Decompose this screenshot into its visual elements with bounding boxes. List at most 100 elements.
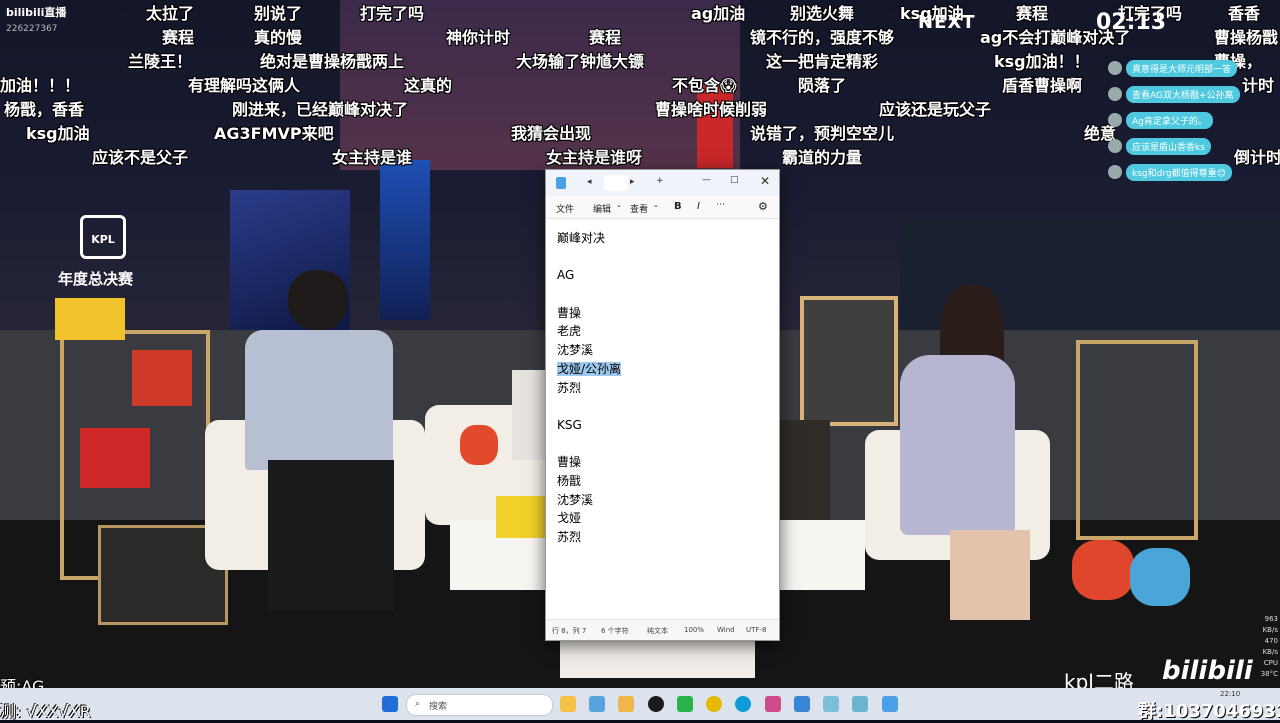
tab-forward-icon[interactable]: ▸ — [630, 177, 635, 187]
bilibili-live-logo: bilibili直播 — [6, 6, 67, 19]
chevron-down-icon: ⌄ — [653, 201, 659, 209]
mascot-red — [1072, 540, 1134, 600]
tab-back-icon[interactable]: ◂ — [587, 177, 592, 187]
countdown-timer: 02:13 — [1096, 10, 1167, 35]
chalkboard — [800, 296, 898, 426]
notepad-taskbar-icon[interactable] — [882, 696, 898, 712]
maximize-icon[interactable]: □ — [730, 175, 739, 185]
status-zoom: 100% — [684, 626, 705, 634]
led-screen — [340, 0, 740, 170]
text-line: 沈梦溪 — [557, 492, 594, 507]
host-middle-partial — [512, 370, 546, 460]
text-line-selected: 戈娅/公孙离 — [557, 360, 622, 379]
close-icon[interactable]: ✕ — [760, 174, 770, 188]
notepad-window[interactable]: ◂ ▸ + — □ ✕ 文件 编辑 ⌄ 查看 ⌄ B I ⋯ ⚙ 巅峰对决 AG… — [545, 169, 780, 641]
chat-message: 应该是盾山香香ks — [1108, 134, 1268, 158]
mascot-blue — [1130, 548, 1190, 606]
host-female-legs — [950, 530, 1030, 620]
chevron-down-icon: ⌄ — [616, 201, 622, 209]
cpu-temp: 38°C — [1260, 670, 1278, 678]
notepad-text-area[interactable]: 巅峰对决 AG 曹操 老虎 沈梦溪 戈娅/公孙离 苏烈 KSG 曹操 杨戬 沈梦… — [557, 229, 622, 547]
avatar — [1108, 113, 1122, 127]
app-icon[interactable] — [823, 696, 839, 712]
system-stats: 963 KB/s 470 KB/s CPU 38°C — [1258, 614, 1278, 680]
red-plush — [460, 425, 498, 465]
notepad-titlebar[interactable]: ◂ ▸ + — □ ✕ — [546, 170, 779, 196]
status-position: 行 8，列 7 — [552, 627, 587, 635]
status-encoding: UTF-8 — [746, 626, 767, 634]
chat-message: 查看AG双大杨戬+公孙离 — [1108, 82, 1268, 106]
host-male-legs — [268, 460, 394, 610]
chat-bubble: 真意得是大师元明部一答 — [1126, 59, 1238, 77]
text-line — [557, 285, 621, 304]
kpl-logo: KPL — [80, 215, 126, 259]
room-id: 226227367 — [6, 24, 58, 34]
poster-red — [80, 428, 150, 488]
avatar — [1108, 87, 1122, 101]
notepad-menubar: 文件 编辑 ⌄ 查看 ⌄ B I ⋯ ⚙ — [546, 196, 779, 219]
text-line — [557, 435, 621, 454]
text-line: AG — [557, 268, 575, 283]
host-female-dress — [900, 355, 1015, 535]
text-line: 曹操 — [557, 455, 582, 470]
event-label: 年度总决赛 — [58, 270, 134, 288]
text-line: KSG — [557, 417, 582, 432]
app-icon[interactable] — [765, 696, 781, 712]
tab-active[interactable] — [604, 175, 628, 191]
chat-bubble: Ag肯定拿父子的。 — [1126, 111, 1213, 129]
file-explorer-icon[interactable] — [560, 696, 576, 712]
chat-message: ksg和drg都值得尊重😊 — [1108, 160, 1268, 184]
text-line: 戈娅 — [557, 511, 582, 526]
more-icon[interactable]: ⋯ — [716, 200, 725, 210]
bold-button[interactable]: B — [674, 201, 682, 212]
chat-message: 真意得是大师元明部一答 — [1108, 56, 1268, 80]
notepad-statusbar: 行 8，列 7 6 个字符 纯文本 100% Wind UTF-8 — [546, 619, 779, 640]
app-icon[interactable] — [852, 696, 868, 712]
poster-yellow — [55, 298, 125, 340]
minimize-icon[interactable]: — — [702, 175, 711, 185]
text-line: 苏烈 — [557, 380, 582, 395]
edge-icon[interactable] — [735, 696, 751, 712]
text-selection: 戈娅/公孙离 — [557, 361, 622, 376]
status-chars: 6 个字符 — [601, 627, 629, 635]
chat-message: Ag肯定拿父子的。 — [1108, 108, 1268, 132]
notepad-app-icon — [556, 177, 566, 189]
text-line — [557, 248, 621, 267]
cpu-label: CPU — [1263, 659, 1278, 667]
italic-button[interactable]: I — [697, 201, 700, 212]
qq-icon[interactable] — [648, 696, 664, 712]
test-line: 测: √XX√XR — [0, 702, 91, 721]
red-sign — [697, 82, 733, 168]
avatar — [1108, 165, 1122, 179]
status-mode: 纯文本 — [647, 627, 668, 635]
avatar — [1108, 61, 1122, 75]
menu-view[interactable]: 查看 — [630, 202, 648, 215]
chat-bubble: ksg和drg都值得尊重😊 — [1126, 163, 1232, 181]
chat-bubble: 查看AG双大杨戬+公孙离 — [1126, 85, 1240, 103]
host-male-body — [245, 330, 393, 470]
gear-icon[interactable]: ⚙ — [758, 200, 768, 213]
app-icon[interactable] — [794, 696, 810, 712]
folder-icon[interactable] — [618, 696, 634, 712]
store-icon[interactable] — [589, 696, 605, 712]
text-line — [557, 397, 621, 416]
chrome-icon[interactable] — [706, 696, 722, 712]
wechat-icon[interactable] — [677, 696, 693, 712]
text-line: 杨戬 — [557, 473, 582, 488]
start-icon[interactable] — [382, 696, 398, 712]
live-chat: 真意得是大师元明部一答 查看AG双大杨戬+公孙离 Ag肯定拿父子的。 应该是盾山… — [1108, 56, 1268, 186]
new-tab-icon[interactable]: + — [656, 176, 664, 186]
menu-file[interactable]: 文件 — [556, 202, 574, 215]
text-line: 老虎 — [557, 324, 582, 339]
menu-edit[interactable]: 编辑 — [593, 202, 611, 215]
net-down-unit: KB/s — [1262, 648, 1278, 656]
search-icon: ⌕ — [415, 699, 421, 709]
taskbar-search[interactable]: ⌕ 搜索 — [406, 694, 553, 716]
next-label: NEXT — [918, 12, 976, 33]
text-line: 沈梦溪 — [557, 343, 594, 358]
taskbar: 22:10 — [0, 688, 1280, 720]
avatar — [1108, 139, 1122, 153]
status-eol: Wind — [717, 626, 735, 634]
poster-red2 — [132, 350, 192, 406]
right-shelf — [1076, 340, 1198, 540]
